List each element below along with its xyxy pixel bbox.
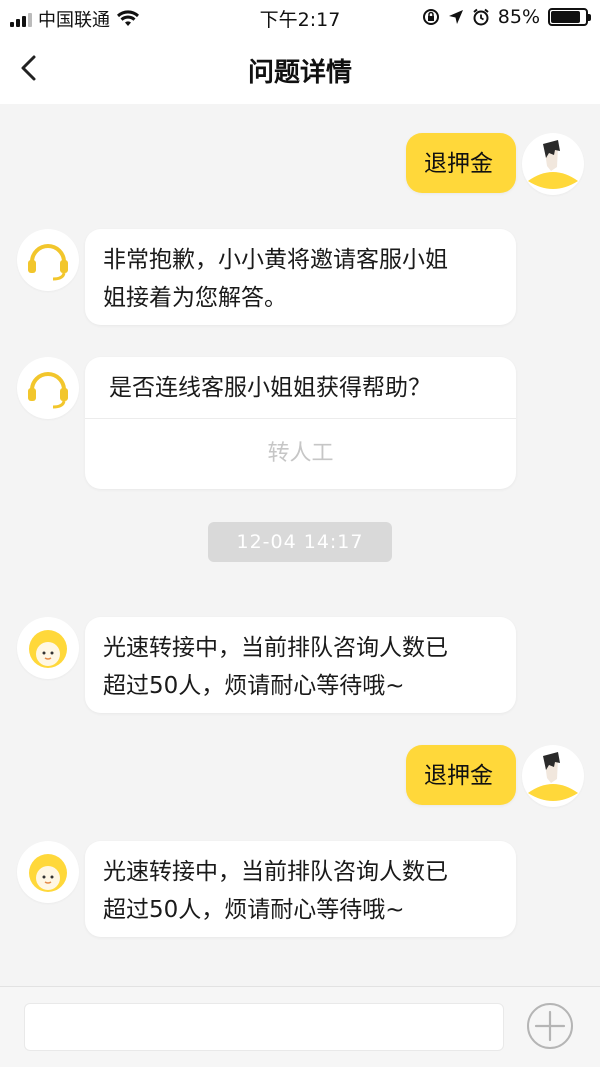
alarm-icon: [473, 8, 489, 26]
message-line: 光速转接中，当前排队咨询人数已: [103, 859, 448, 885]
nav-bar: 问题详情: [0, 34, 600, 104]
headset-icon: [28, 372, 68, 409]
location-icon: [448, 10, 463, 24]
user-avatar[interactable]: [522, 745, 584, 807]
user-message-bubble: 退押金: [406, 745, 516, 805]
battery-icon: [548, 8, 591, 26]
message-line: 超过50人，烦请耐心等待哦~: [103, 897, 405, 923]
status-bar: 中国联通 下午2:17 85%: [0, 0, 600, 34]
message-text: 退押金: [424, 151, 493, 177]
agent-message-bubble: 光速转接中，当前排队咨询人数已 超过50人，烦请耐心等待哦~: [85, 617, 516, 713]
message-line: 超过50人，烦请耐心等待哦~: [103, 673, 405, 699]
input-bar: [0, 986, 600, 1067]
agent-avatar: [17, 617, 79, 679]
bot-avatar: [17, 229, 79, 291]
question-card: 是否连线客服小姐姐获得帮助？ 转人工: [85, 357, 516, 489]
message-line: 光速转接中，当前排队咨询人数已: [103, 635, 448, 661]
headset-icon: [28, 244, 68, 281]
status-right: 85%: [422, 6, 591, 28]
bot-avatar: [17, 357, 79, 419]
agent-message-bubble: 光速转接中，当前排队咨询人数已 超过50人，烦请耐心等待哦~: [85, 841, 516, 937]
message-line: 非常抱歉，小小黄将邀请客服小姐: [103, 247, 448, 273]
message-input[interactable]: [24, 1003, 504, 1051]
message-line: 姐接着为您解答。: [103, 285, 287, 311]
bot-message-bubble: 非常抱歉，小小黄将邀请客服小姐 姐接着为您解答。: [85, 229, 516, 325]
transfer-to-human-button[interactable]: 转人工: [85, 419, 516, 489]
message-text: 退押金: [424, 763, 493, 789]
plus-circle-icon[interactable]: [525, 1001, 575, 1051]
user-avatar[interactable]: [522, 133, 584, 195]
question-text: 是否连线客服小姐姐获得帮助？: [85, 357, 516, 419]
orientation-lock-icon: [422, 9, 439, 25]
page-title: 问题详情: [247, 58, 352, 88]
agent-avatar: [17, 841, 79, 903]
timestamp-badge: 12-04 14:17: [208, 522, 392, 562]
battery-percent: 85%: [497, 6, 540, 28]
user-message-bubble: 退押金: [406, 133, 516, 193]
